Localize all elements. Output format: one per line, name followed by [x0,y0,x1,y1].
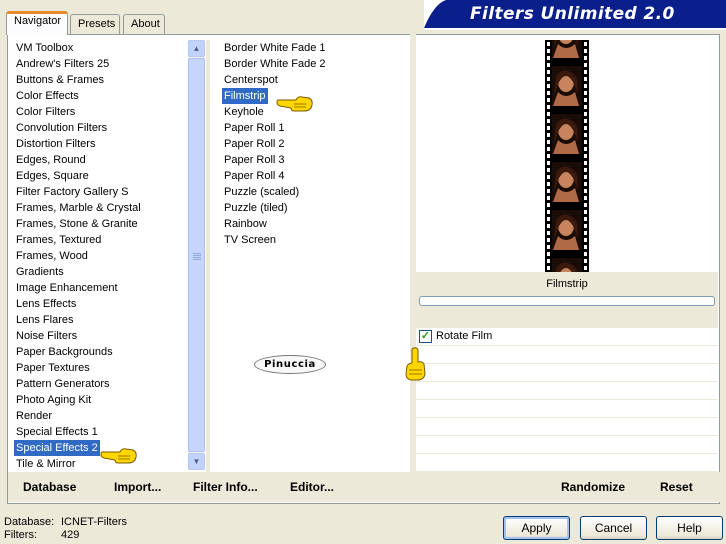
scroll-thumb[interactable] [188,58,205,452]
category-list-item[interactable]: Frames, Stone & Granite [14,216,140,232]
rotate-film-label: Rotate Film [436,330,493,342]
pointing-hand-icon [100,448,137,464]
editor-button-label: Editor... [290,480,335,494]
param-row-empty [416,454,718,472]
category-list-item[interactable]: Andrew's Filters 25 [14,56,111,72]
filter-list[interactable]: Border White Fade 1 Border White Fade 2 Ce… [222,40,408,470]
database-status-value: ICNET-Filters [61,516,127,528]
category-list-item[interactable]: Noise Filters [14,328,79,344]
category-list-item[interactable]: Distortion Filters [14,136,97,152]
category-list-item[interactable]: Special Effects 1 [14,424,100,440]
param-row-empty [416,346,718,364]
category-list-item[interactable]: Lens Effects [14,296,78,312]
filter-list-item[interactable]: Filmstrip [222,88,268,104]
category-scrollbar[interactable]: ▲ ▼ [188,40,205,470]
preview-slider[interactable] [419,296,715,306]
preview-caption: Filmstrip [546,278,588,290]
category-list-item[interactable]: Edges, Square [14,168,91,184]
randomize-button-label: Randomize [561,480,626,494]
category-list-item[interactable]: Lens Flares [14,312,75,328]
parameter-panel: ✓ Rotate Film [416,328,718,472]
category-list-item[interactable]: Paper Backgrounds [14,344,115,360]
filter-list-item[interactable]: Border White Fade 1 [222,40,328,56]
param-row-rotate-film[interactable]: ✓ Rotate Film [416,328,718,346]
apply-button[interactable]: Apply [503,516,570,540]
param-row-empty [416,418,718,436]
cancel-button[interactable]: Cancel [580,516,647,540]
preview-caption-bar: Filmstrip [416,272,718,328]
tab-navigator-label: Navigator [14,15,62,27]
category-list-item[interactable]: Gradients [14,264,66,280]
filter-list-item[interactable]: Puzzle (scaled) [222,184,301,200]
filter-list-item[interactable]: Keyhole [222,104,266,120]
filter-list-item[interactable]: Paper Roll 1 [222,120,287,136]
apply-button-label: Apply [521,521,552,535]
param-row-empty [416,436,718,454]
tab-presets-label: Presets [78,18,116,30]
pointing-up-hand-icon [405,347,426,381]
list-divider [206,40,210,472]
category-list-item[interactable]: Special Effects 2 [14,440,100,456]
database-button-label: Database [23,480,77,494]
category-list-item[interactable]: Color Effects [14,88,81,104]
bottom-toolbar: Database Import... Filter Info... Editor… [8,472,720,502]
param-row-empty [416,400,718,418]
help-button[interactable]: Help [656,516,723,540]
filter-info-button-label: Filter Info... [193,480,258,494]
filter-list-item[interactable]: Rainbow [222,216,269,232]
preview-panel [416,40,718,272]
category-list-item[interactable]: Convolution Filters [14,120,109,136]
category-list-item[interactable]: Paper Textures [14,360,92,376]
filter-list-item[interactable]: Puzzle (tiled) [222,200,290,216]
filter-list-item[interactable]: Paper Roll 2 [222,136,287,152]
title-banner: Filters Unlimited 2.0 [424,0,726,30]
filter-list-item[interactable]: Paper Roll 4 [222,168,287,184]
pointing-hand-icon [276,96,313,112]
database-status-key: Database: [4,516,55,528]
category-list-item[interactable]: Render [14,408,54,424]
category-list-item[interactable]: Frames, Textured [14,232,103,248]
database-button[interactable]: Database [23,480,76,494]
category-list-item[interactable]: Filter Factory Gallery S [14,184,130,200]
category-list-item[interactable]: Edges, Round [14,152,88,168]
param-row-empty [416,382,718,400]
help-button-label: Help [677,521,702,535]
reset-button[interactable]: Reset [660,480,693,494]
scroll-up-button[interactable]: ▲ [188,40,205,57]
category-list-item[interactable]: VM Toolbox [14,40,75,56]
category-list-item[interactable]: Buttons & Frames [14,72,106,88]
category-list-item[interactable]: Frames, Marble & Crystal [14,200,143,216]
scroll-down-button[interactable]: ▼ [188,453,205,470]
cancel-button-label: Cancel [594,521,633,535]
import-button[interactable]: Import... [114,480,161,494]
randomize-button[interactable]: Randomize [561,480,625,494]
filter-info-button[interactable]: Filter Info... [193,480,258,494]
import-button-label: Import... [114,480,162,494]
tab-about[interactable]: About [123,14,165,34]
tab-navigator[interactable]: Navigator [6,11,68,35]
category-list-item[interactable]: Pattern Generators [14,376,112,392]
filters-count-value: 429 [61,529,80,541]
watermark-text: Pinuccia [264,359,316,370]
category-list-item[interactable]: Photo Aging Kit [14,392,93,408]
category-list-item[interactable]: Tile & Mirror [14,456,77,472]
editor-button[interactable]: Editor... [290,480,334,494]
filter-list-item[interactable]: Centerspot [222,72,280,88]
watermark-logo: Pinuccia [254,355,326,374]
category-list-item[interactable]: Frames, Wood [14,248,90,264]
category-list[interactable]: VM Toolbox Andrew's Filters 25 Buttons & F… [14,40,188,470]
category-list-item[interactable]: Color Filters [14,104,77,120]
rotate-film-checkbox[interactable]: ✓ [419,330,432,343]
reset-button-label: Reset [660,480,693,494]
filters-count-key: Filters: [4,529,37,541]
filmstrip-preview-image [545,40,589,272]
tab-about-label: About [131,18,160,30]
tab-presets[interactable]: Presets [70,14,120,34]
filter-list-item[interactable]: TV Screen [222,232,278,248]
app-title: Filters Unlimited 2.0 [470,4,675,24]
category-list-item[interactable]: Image Enhancement [14,280,120,296]
filter-list-item[interactable]: Border White Fade 2 [222,56,328,72]
filter-list-item[interactable]: Paper Roll 3 [222,152,287,168]
param-row-empty [416,364,718,382]
